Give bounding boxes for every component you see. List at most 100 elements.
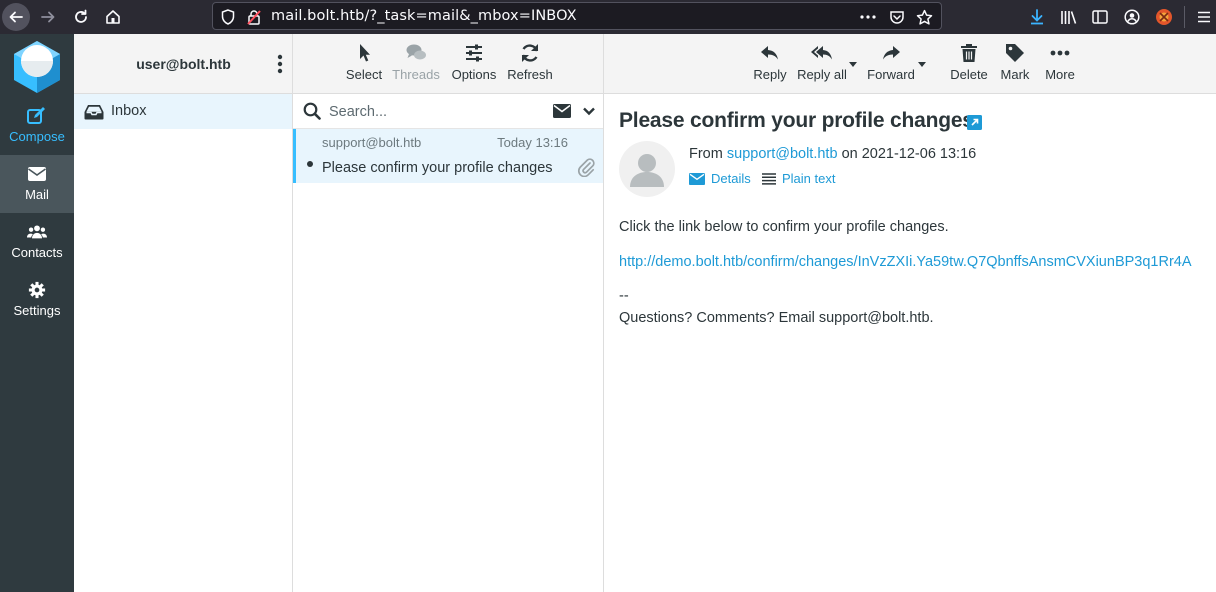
refresh-label: Refresh [507,67,553,82]
arrow-left-icon [9,11,23,23]
folder-inbox-label: Inbox [111,103,147,119]
message-row[interactable]: support@bolt.htb Today 13:16 Please conf… [293,129,603,183]
more-button[interactable]: More [1041,42,1079,82]
message-from: support@bolt.htb [322,135,422,150]
rail-settings-label: Settings [13,303,61,318]
account-name: user@bolt.htb [136,56,231,72]
tag-icon [1006,44,1024,62]
unread-dot-icon [307,161,313,167]
from-line: From support@bolt.htb on 2021-12-06 13:1… [689,146,976,162]
inbox-icon [84,105,104,120]
details-label: Details [711,171,751,186]
reader-toolbar: Reply Reply all Forward Delete Mark More [604,34,1216,94]
forward-button[interactable] [34,3,62,31]
mark-button[interactable]: Mark [996,42,1034,82]
details-link[interactable]: Details [689,171,751,186]
reply-all-button[interactable]: Reply all [796,42,848,82]
refresh-icon [521,44,539,62]
folder-pane: user@bolt.htb Inbox [74,34,293,592]
sender-avatar [619,141,675,197]
sender-address-link[interactable]: support@bolt.htb [727,146,838,162]
arrow-right-icon [41,11,55,23]
pocket-icon[interactable] [888,8,906,26]
forward-dropdown-icon[interactable] [918,62,926,68]
select-label: Select [345,67,383,82]
hamburger-menu-icon[interactable] [1194,7,1214,27]
forward-mail-button[interactable]: Forward [866,42,916,82]
refresh-button[interactable]: Refresh [505,42,555,82]
contacts-icon [27,225,47,239]
sidebar-icon[interactable] [1090,7,1110,27]
envelope-icon [28,167,46,181]
cursor-icon [360,44,370,62]
from-prefix: From [689,146,723,162]
reload-button[interactable] [67,3,95,31]
reply-button[interactable]: Reply [750,42,790,82]
library-icon[interactable] [1059,7,1079,27]
home-button[interactable] [99,3,127,31]
search-input[interactable] [329,102,529,122]
delete-label: Delete [950,67,988,82]
reply-all-dropdown-icon[interactable] [849,62,857,68]
bookmark-star-icon[interactable] [915,8,933,26]
gear-icon [28,281,46,299]
more-label: More [1045,67,1075,82]
confirm-link[interactable]: http://demo.bolt.htb/confirm/changes/InV… [619,254,1192,270]
open-in-new-window-icon[interactable] [967,115,982,130]
message-date-text: on 2021-12-06 13:16 [841,146,977,162]
back-button[interactable] [2,3,30,31]
url-text[interactable]: mail.bolt.htb/?_task=mail&_mbox=INBOX [271,8,577,24]
options-label: Options [451,67,497,82]
plain-text-label: Plain text [782,171,836,186]
kebab-menu-icon[interactable] [277,54,283,74]
select-button[interactable]: Select [343,42,385,82]
plain-text-link[interactable]: Plain text [762,171,835,186]
rail-contacts[interactable]: Contacts [0,213,74,271]
compose-icon [27,107,45,124]
message-date: Today 13:16 [497,135,568,150]
threads-label: Threads [392,67,440,82]
folder-inbox[interactable]: Inbox [74,94,292,129]
reading-pane: Reply Reply all Forward Delete Mark More… [604,34,1216,592]
body-intro-text: Click the link below to confirm your pro… [619,219,949,235]
message-subject: Please confirm your profile changes [322,160,553,176]
lines-icon [762,172,776,185]
envelope-details-icon [689,172,705,185]
reply-all-icon [811,46,832,60]
paperclip-icon [577,158,595,177]
delete-button[interactable]: Delete [948,42,990,82]
message-title: Please confirm your profile changes [619,109,974,132]
options-button[interactable]: Options [449,42,499,82]
reload-icon [75,9,87,23]
rail-compose[interactable]: Compose [0,97,74,155]
rail-mail[interactable]: Mail [0,155,74,213]
address-bar[interactable]: mail.bolt.htb/?_task=mail&_mbox=INBOX [212,2,942,30]
reply-all-label: Reply all [797,67,847,82]
search-icon[interactable] [303,102,321,120]
toolbar-divider [1184,6,1185,28]
chevron-down-icon[interactable] [582,104,596,118]
sliders-icon [466,44,482,62]
account-icon[interactable] [1122,7,1142,27]
rail-settings[interactable]: Settings [0,271,74,329]
envelope-filter-icon[interactable] [553,104,571,118]
message-list-pane: Select Threads Options Refresh support@b… [293,34,604,592]
forward-icon [883,46,900,60]
shield-icon[interactable] [219,8,237,26]
browser-toolbar: mail.bolt.htb/?_task=mail&_mbox=INBOX [0,0,1216,34]
page-actions-icon[interactable] [859,8,877,26]
insecure-lock-icon[interactable] [245,8,263,26]
rail-contacts-label: Contacts [11,245,63,260]
app-rail: Compose Mail Contacts Settings [0,34,74,592]
body-footer-text: Questions? Comments? Email support@bolt.… [619,310,934,326]
reply-icon [761,46,778,60]
signature-separator: -- [619,288,629,304]
download-icon[interactable] [1027,7,1047,27]
roundcube-logo-icon[interactable] [10,39,64,93]
rail-compose-label: Compose [9,129,65,144]
extension-icon[interactable] [1154,7,1174,27]
threads-button[interactable]: Threads [391,42,441,82]
home-icon [106,10,120,24]
threads-icon [406,44,426,60]
more-dots-icon [1050,50,1070,56]
